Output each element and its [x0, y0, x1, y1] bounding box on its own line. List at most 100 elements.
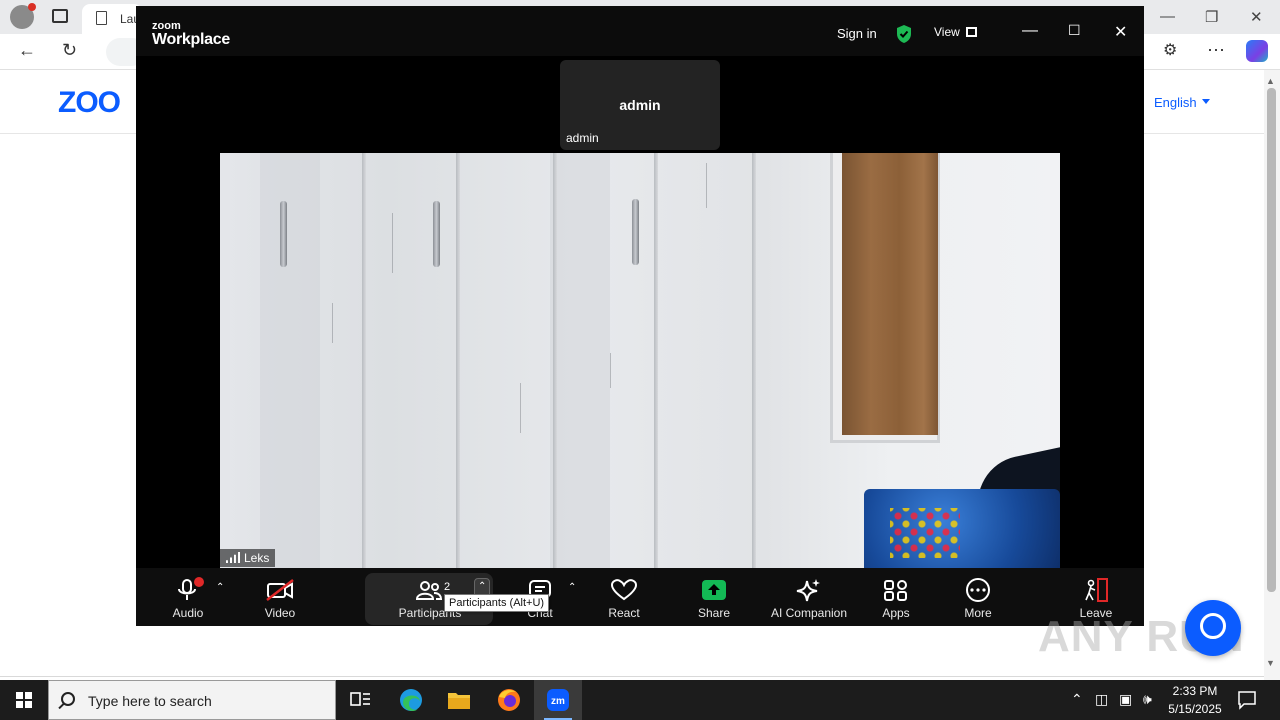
video-name-tag: Leks	[220, 549, 276, 567]
view-grid-icon[interactable]	[966, 27, 977, 37]
scroll-down-icon[interactable]: ▼	[1266, 658, 1275, 668]
minimize-icon[interactable]: —	[1160, 8, 1175, 25]
shield-icon[interactable]	[895, 24, 913, 44]
apps-button[interactable]: Apps	[853, 568, 939, 626]
zoom-taskbar-app[interactable]: zm	[534, 680, 582, 720]
share-label: Share	[697, 606, 731, 620]
leave-door-icon	[1085, 578, 1108, 602]
signal-bars-icon	[226, 552, 240, 563]
ai-companion-label: AI Companion	[770, 606, 848, 620]
edge-icon[interactable]	[387, 680, 435, 720]
document-icon	[96, 11, 107, 25]
zoom-meeting-window: zoom Workplace Sign in View — ☐ ✕ admin …	[136, 6, 1144, 626]
wardrobe-seam	[752, 153, 756, 568]
scroll-up-icon[interactable]: ▲	[1266, 76, 1275, 86]
network-icon[interactable]: ▣	[1119, 691, 1132, 708]
back-arrow-icon[interactable]: ←	[18, 40, 36, 61]
more-menu-icon[interactable]: ⋯	[1207, 40, 1225, 61]
video-participant-name: Leks	[244, 551, 270, 565]
texture-line	[706, 163, 707, 208]
tray-overflow-chevron-icon[interactable]: ⌃	[1071, 691, 1083, 708]
zoom-workplace-logo: Workplace	[152, 31, 230, 48]
participants-caret-icon: ⌃	[478, 581, 487, 592]
view-button[interactable]: View	[934, 25, 960, 39]
task-view-icon[interactable]	[336, 680, 384, 720]
wardrobe-seam	[553, 153, 557, 568]
ai-companion-button[interactable]: AI Companion	[756, 568, 862, 626]
sign-in-link[interactable]: Sign in	[837, 26, 877, 41]
copilot-icon[interactable]	[1246, 40, 1268, 62]
video-label: Video	[264, 606, 296, 620]
firefox-icon[interactable]	[485, 680, 533, 720]
audio-button[interactable]: Audio	[145, 568, 231, 626]
extension-icon[interactable]: ⚙	[1163, 40, 1177, 60]
meeting-toolbar: Audio ⌃ Video Participants 2 ⌃ Chat ⌃ Pa…	[136, 568, 1144, 626]
footer-divider	[0, 676, 1264, 677]
texture-line	[392, 213, 393, 273]
restore-icon[interactable]: ❐	[1205, 8, 1218, 26]
react-label: React	[608, 606, 640, 620]
share-screen-icon	[702, 580, 726, 600]
search-placeholder: Type here to search	[88, 693, 212, 709]
close-icon[interactable]: ✕	[1250, 8, 1263, 26]
windows-taskbar: Type here to search zm ⌃ ◫ ▣ 🕪 2:33 PM 5…	[0, 680, 1280, 720]
texture-line	[520, 383, 521, 433]
clock-time[interactable]: 2:33 PM	[1168, 684, 1222, 698]
tab-actions-icon[interactable]	[52, 9, 68, 23]
search-icon	[61, 692, 75, 706]
more-dots-icon	[966, 578, 990, 602]
video-shade	[550, 153, 610, 568]
participants-tooltip: Participants (Alt+U)	[444, 594, 550, 612]
zoom-minimize-icon[interactable]: —	[1022, 22, 1038, 40]
video-off-icon	[266, 579, 294, 601]
sparkle-icon	[796, 579, 820, 602]
refresh-icon[interactable]: ↻	[62, 40, 77, 61]
video-shade	[260, 153, 320, 568]
taskbar-search[interactable]: Type here to search	[48, 680, 336, 720]
wardrobe-seam	[456, 153, 460, 568]
more-button[interactable]: More	[935, 568, 1021, 626]
scrollbar-thumb[interactable]	[1267, 88, 1276, 592]
participant-name-label: admin	[566, 131, 599, 145]
file-explorer-icon[interactable]	[435, 680, 483, 720]
zoom-site-logo[interactable]: ZOO	[58, 86, 121, 120]
wardrobe-seam	[654, 153, 658, 568]
svg-text:zm: zm	[551, 696, 565, 707]
heart-icon	[610, 579, 638, 601]
blue-object-pattern	[890, 508, 960, 558]
zoom-maximize-icon[interactable]: ☐	[1068, 22, 1081, 39]
tray-app-icon[interactable]: ◫	[1095, 691, 1108, 708]
wardrobe-seam	[362, 153, 366, 568]
share-button[interactable]: Share	[671, 568, 757, 626]
more-label: More	[964, 606, 992, 620]
apps-icon	[884, 580, 907, 601]
active-speaker-video[interactable]	[220, 153, 1060, 568]
video-button[interactable]: Video	[237, 568, 323, 626]
language-selector[interactable]: English	[1154, 95, 1210, 110]
texture-line	[610, 353, 611, 388]
wardrobe-handle	[632, 199, 639, 265]
audio-options-caret-icon[interactable]: ⌃	[216, 582, 224, 593]
participant-tile-admin[interactable]: admin admin	[560, 60, 720, 150]
mic-status-badge	[194, 577, 204, 587]
chat-bubble-icon	[1200, 613, 1226, 639]
zoom-app-icon: zm	[547, 689, 569, 711]
wood-panel	[842, 153, 938, 435]
notifications-icon[interactable]	[1232, 688, 1262, 712]
windows-start-icon[interactable]	[0, 680, 48, 720]
participant-name-center: admin	[619, 97, 661, 113]
audio-label: Audio	[172, 606, 204, 620]
browser-tab[interactable]: Lau	[82, 4, 142, 34]
clock-date[interactable]: 5/15/2025	[1164, 702, 1226, 716]
wardrobe-handle	[433, 201, 440, 267]
volume-icon[interactable]: 🕪	[1143, 691, 1152, 708]
texture-line	[332, 303, 333, 343]
participants-count: 2	[444, 581, 451, 593]
wardrobe-handle	[280, 201, 287, 267]
support-chat-button[interactable]	[1185, 600, 1241, 656]
apps-label: Apps	[882, 606, 910, 620]
react-button[interactable]: React	[581, 568, 667, 626]
profile-avatar[interactable]	[10, 3, 36, 29]
chat-options-caret-icon[interactable]: ⌃	[568, 582, 576, 593]
zoom-close-icon[interactable]: ✕	[1114, 22, 1127, 42]
